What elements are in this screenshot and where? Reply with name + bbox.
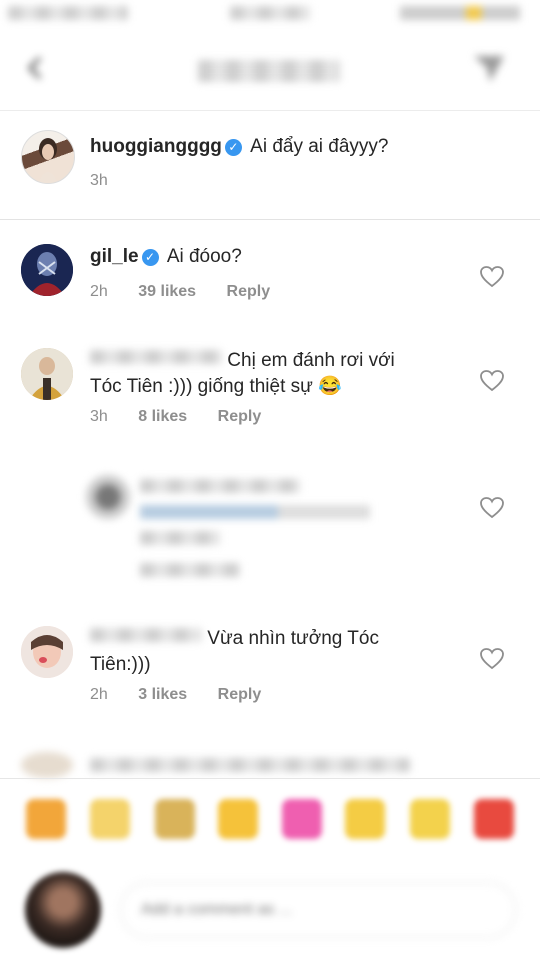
likes-count[interactable]: 39 likes bbox=[138, 283, 196, 300]
reaction-sparkle-heart-icon[interactable] bbox=[282, 799, 322, 839]
comment-username[interactable]: huoggiangggg bbox=[90, 136, 222, 157]
comment-input[interactable] bbox=[120, 882, 516, 938]
avatar[interactable] bbox=[21, 752, 73, 778]
likes-count[interactable]: 3 likes bbox=[138, 686, 187, 703]
comment-text bbox=[90, 758, 410, 772]
comment-item: Chị em đánh rơi với Tóc Tiên :))) giống … bbox=[0, 342, 540, 442]
comment-composer bbox=[0, 868, 540, 960]
heart-icon[interactable] bbox=[480, 648, 504, 670]
comment-meta: 3h bbox=[90, 172, 134, 190]
comment-body: gil_le ✓ Ai đóoo? bbox=[90, 244, 242, 270]
reaction-clap-icon[interactable] bbox=[155, 799, 195, 839]
comment-username[interactable] bbox=[140, 479, 300, 493]
comment-time: 2h bbox=[90, 283, 108, 300]
comment-username[interactable] bbox=[90, 628, 202, 642]
page-title bbox=[198, 60, 340, 82]
reply-link[interactable]: Reply bbox=[227, 283, 271, 300]
comment-meta: 2h 39 likes Reply bbox=[90, 283, 296, 301]
comment-body: huoggiangggg ✓ Ai đẩy ai đâyyy? bbox=[90, 134, 389, 160]
avatar[interactable] bbox=[21, 244, 73, 296]
comment-username[interactable]: gil_le bbox=[90, 246, 139, 267]
status-bar bbox=[0, 0, 540, 30]
reply-link[interactable]: Reply bbox=[218, 686, 262, 703]
comment-meta bbox=[140, 563, 240, 577]
comment-time: 2h bbox=[90, 686, 108, 703]
reply-item bbox=[0, 465, 540, 595]
likes-count[interactable]: 8 likes bbox=[138, 408, 187, 425]
status-time bbox=[230, 6, 310, 20]
status-battery bbox=[400, 6, 520, 20]
heart-icon[interactable] bbox=[480, 497, 504, 519]
comment-meta: 3h 8 likes Reply bbox=[90, 408, 287, 426]
comment-body: Chị em đánh rơi với Tóc Tiên :))) giống … bbox=[90, 348, 410, 400]
comment-body: Vừa nhìn tưởng Tóc Tiên:))) bbox=[90, 626, 410, 678]
comment-text: Ai đóoo? bbox=[166, 246, 242, 267]
comment-username[interactable] bbox=[90, 350, 222, 364]
caption-comment: huoggiangggg ✓ Ai đẩy ai đâyyy? 3h bbox=[0, 110, 540, 220]
avatar bbox=[25, 872, 101, 948]
reaction-laugh-icon[interactable] bbox=[345, 799, 385, 839]
reply-link[interactable]: Reply bbox=[218, 408, 262, 425]
avatar[interactable] bbox=[21, 130, 75, 184]
header bbox=[0, 30, 540, 111]
comment-meta: 2h 3 likes Reply bbox=[90, 686, 287, 704]
verified-badge-icon: ✓ bbox=[141, 249, 159, 266]
reaction-heart-eyes-icon[interactable] bbox=[90, 799, 130, 839]
comment-text: Ai đẩy ai đâyyy? bbox=[250, 136, 389, 157]
comment-item-partial bbox=[0, 748, 540, 778]
avatar[interactable] bbox=[21, 348, 73, 400]
avatar[interactable] bbox=[21, 626, 73, 678]
verified-badge-icon: ✓ bbox=[224, 139, 242, 156]
heart-icon[interactable] bbox=[480, 266, 504, 288]
reaction-laugh-icon[interactable] bbox=[410, 799, 450, 839]
heart-icon[interactable] bbox=[480, 370, 504, 392]
status-carrier bbox=[8, 6, 128, 20]
avatar[interactable] bbox=[86, 475, 130, 519]
direct-send-icon[interactable] bbox=[472, 52, 506, 84]
comment-item: gil_le ✓ Ai đóoo? 2h 39 likes Reply bbox=[0, 228, 540, 328]
chevron-left-icon[interactable] bbox=[22, 54, 50, 82]
comment-text-line bbox=[140, 531, 220, 545]
comment-time: 3h bbox=[90, 408, 108, 425]
caption-divider bbox=[0, 219, 540, 220]
reaction-red-heart-icon[interactable] bbox=[474, 799, 514, 839]
comment-time: 3h bbox=[90, 172, 108, 189]
comment-item: Vừa nhìn tưởng Tóc Tiên:))) 2h 3 likes R… bbox=[0, 620, 540, 720]
reaction-laugh-icon[interactable] bbox=[26, 799, 66, 839]
quick-reactions-bar bbox=[0, 778, 540, 869]
comment-text bbox=[140, 505, 370, 519]
reaction-laugh-icon[interactable] bbox=[218, 799, 258, 839]
